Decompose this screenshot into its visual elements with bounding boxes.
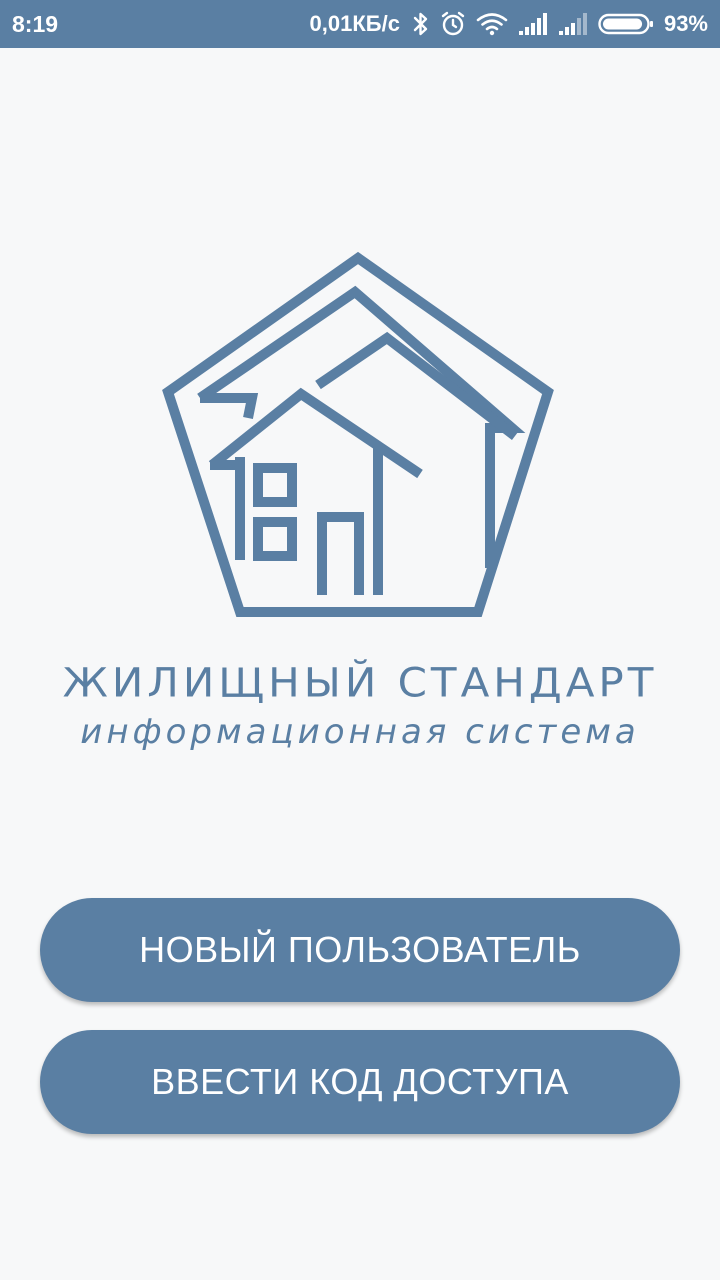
wifi-icon: [476, 12, 508, 36]
battery-percent: 93%: [663, 11, 708, 36]
signal-icon-2: [558, 13, 588, 35]
brand-title: ЖИЛИЩНЫЙ СТАНДАРТ: [62, 659, 658, 706]
battery-icon: [598, 12, 654, 36]
status-right-group: 0,01КБ/с 93%: [310, 11, 708, 37]
brand-subtitle: информационная система: [80, 712, 640, 752]
house-pentagon-logo: [150, 250, 570, 630]
new-user-button[interactable]: НОВЫЙ ПОЛЬЗОВАТЕЛЬ: [40, 898, 680, 1002]
signal-icon: [518, 13, 548, 35]
enter-access-code-button[interactable]: ВВЕСТИ КОД ДОСТУПА: [40, 1030, 680, 1134]
app-screen: 8:19 0,01КБ/с 93% ЖИЛИЩНЫЙ СТАНДАРТ инфо…: [0, 0, 720, 1280]
alarm-icon: [440, 11, 466, 37]
status-bar: 8:19 0,01КБ/с 93%: [0, 0, 720, 48]
status-time: 8:19: [12, 10, 59, 37]
network-speed: 0,01КБ/с: [309, 11, 400, 36]
bluetooth-icon: [412, 11, 430, 37]
